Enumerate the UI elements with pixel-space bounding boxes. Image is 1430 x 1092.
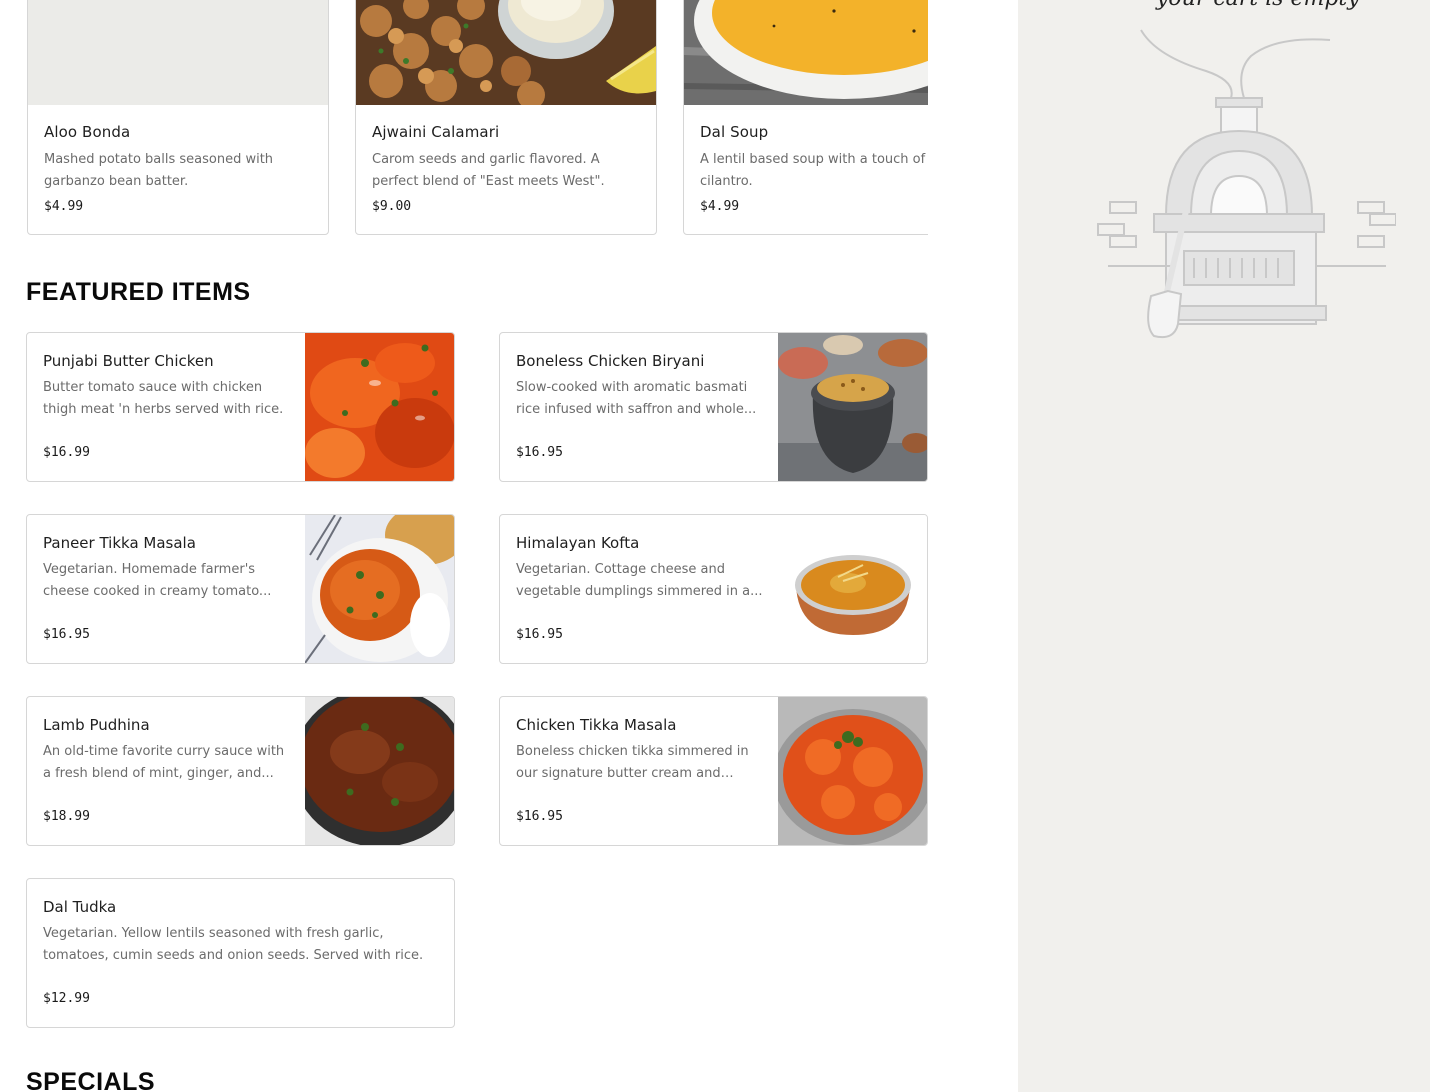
menu-item-name: Aloo Bonda	[44, 123, 131, 141]
menu-item-description: Slow-cooked with aromatic basmati rice i…	[516, 380, 757, 417]
menu-item-price: $16.95	[516, 445, 563, 460]
menu-main: Aloo Bonda Mashed potato balls seasoned …	[0, 0, 1018, 1092]
food-image-placeholder	[28, 0, 328, 105]
featured-item-card[interactable]: Punjabi Butter Chicken Butter tomato sau…	[26, 332, 455, 482]
lamb-curry-photo	[305, 697, 454, 845]
menu-item-name: Lamb Pudhina	[43, 716, 150, 734]
featured-item-card[interactable]: Paneer Tikka Masala Vegetarian. Homemade…	[26, 514, 455, 664]
menu-card[interactable]: Dal Soup A lentil based soup with a touc…	[683, 0, 928, 235]
featured-item-card[interactable]: Dal Tudka Vegetarian. Yellow lentils sea…	[26, 878, 455, 1028]
menu-card[interactable]: Aloo Bonda Mashed potato balls seasoned …	[27, 0, 329, 235]
menu-item-price: $4.99	[700, 199, 740, 214]
menu-item-description: Mashed potato balls seasoned with garban…	[44, 152, 274, 189]
lentil-soup-photo	[684, 0, 928, 105]
menu-item-name: Boneless Chicken Biryani	[516, 352, 705, 370]
menu-card[interactable]: Ajwaini Calamari Carom seeds and garlic …	[355, 0, 657, 235]
menu-item-description: A lentil based soup with a touch of cila…	[700, 152, 926, 189]
menu-item-price: $16.95	[516, 809, 563, 824]
menu-item-price: $9.00	[372, 199, 412, 214]
menu-carousel[interactable]: Aloo Bonda Mashed potato balls seasoned …	[27, 0, 928, 236]
butter-chicken-photo	[305, 333, 454, 481]
specials-heading: SPECIALS	[26, 1068, 156, 1092]
featured-item-card[interactable]: Chicken Tikka Masala Boneless chicken ti…	[499, 696, 928, 846]
menu-item-price: $12.99	[43, 991, 90, 1006]
menu-item-price: $16.95	[43, 627, 90, 642]
cart-panel: your cart is empty	[1018, 0, 1430, 1092]
menu-item-description: Butter tomato sauce with chicken thigh m…	[43, 380, 284, 417]
chicken-tikka-photo	[778, 697, 927, 845]
menu-item-name: Dal Soup	[700, 123, 769, 141]
paneer-tikka-photo	[305, 515, 454, 663]
featured-item-card[interactable]: Boneless Chicken Biryani Slow-cooked wit…	[499, 332, 928, 482]
menu-item-description: Vegetarian. Yellow lentils seasoned with…	[43, 926, 424, 963]
menu-item-name: Dal Tudka	[43, 898, 117, 916]
menu-item-name: Paneer Tikka Masala	[43, 534, 196, 552]
pizza-oven-icon	[1096, 26, 1397, 342]
featured-item-card[interactable]: Himalayan Kofta Vegetarian. Cottage chee…	[499, 514, 928, 664]
menu-item-price: $16.99	[43, 445, 90, 460]
featured-items-heading: FEATURED ITEMS	[26, 278, 251, 306]
featured-item-card[interactable]: Lamb Pudhina An old-time favorite curry …	[26, 696, 455, 846]
biryani-photo	[778, 333, 927, 481]
menu-item-description: Vegetarian. Cottage cheese and vegetable…	[516, 562, 763, 599]
menu-item-name: Ajwaini Calamari	[372, 123, 500, 141]
fried-calamari-photo	[356, 0, 656, 105]
menu-item-description: An old-time favorite curry sauce with a …	[43, 744, 285, 781]
menu-item-price: $18.99	[43, 809, 90, 824]
kofta-photo	[778, 515, 927, 663]
menu-item-description: Boneless chicken tikka simmered in our s…	[516, 744, 749, 781]
menu-item-name: Chicken Tikka Masala	[516, 716, 677, 734]
cart-empty-title: your cart is empty	[1156, 0, 1360, 11]
menu-item-name: Punjabi Butter Chicken	[43, 352, 214, 370]
menu-item-price: $16.95	[516, 627, 563, 642]
menu-item-price: $4.99	[44, 199, 84, 214]
menu-item-description: Carom seeds and garlic flavored. A perfe…	[372, 152, 605, 189]
menu-item-name: Himalayan Kofta	[516, 534, 640, 552]
menu-item-description: Vegetarian. Homemade farmer's cheese coo…	[43, 562, 272, 599]
